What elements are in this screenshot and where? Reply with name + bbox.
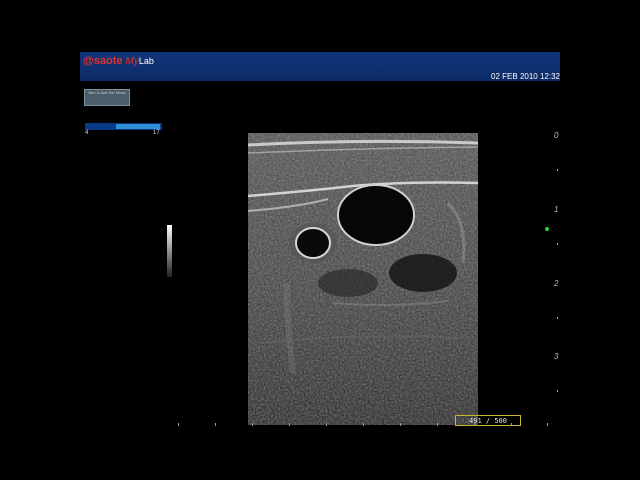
preset-button[interactable]: Nec & Ana Ser Musc [84,89,130,106]
logo-lab-text: Lab [138,56,154,66]
lateral-tick [215,423,216,426]
grayscale-map-bar [167,225,172,277]
lateral-tick [437,423,438,426]
focus-position-marker [545,227,549,231]
lateral-tick [400,423,401,426]
cine-frame-counter[interactable]: 491 / 500 [455,415,521,426]
frequency-max-label: 17 [153,130,160,136]
lateral-tick [326,423,327,426]
depth-label-1: 1 [554,205,559,214]
frequency-range-bar[interactable] [85,123,162,130]
lateral-tick [363,423,364,426]
ultrasound-scan-graphic [248,133,478,425]
frequency-range-fill [116,124,160,129]
ultrasound-image[interactable] [248,133,478,425]
date-time-readout: 02 FEB 2010 12:32 [491,72,560,81]
depth-tick [557,390,558,392]
depth-label-0: 0 [554,131,559,140]
lateral-tick [252,423,253,426]
depth-label-2: 2 [554,279,559,288]
depth-tick [557,243,558,245]
esaote-mylab-logo: @saote MyLab [83,55,154,67]
lateral-tick [289,423,290,426]
depth-label-3: 3 [554,352,559,361]
lateral-tick [178,423,179,426]
depth-tick [557,169,558,171]
frequency-min-label: 4 [85,130,89,136]
lateral-tick [547,423,548,426]
logo-brand-text: saote [93,55,123,67]
logo-at-symbol: @ [83,55,94,67]
top-header-bar: @saote MyLab 02 FEB 2010 12:32 [80,52,560,81]
logo-my-text: My [125,56,139,67]
depth-tick [557,317,558,319]
depth-scale: 0 1 2 3 [548,131,564,428]
